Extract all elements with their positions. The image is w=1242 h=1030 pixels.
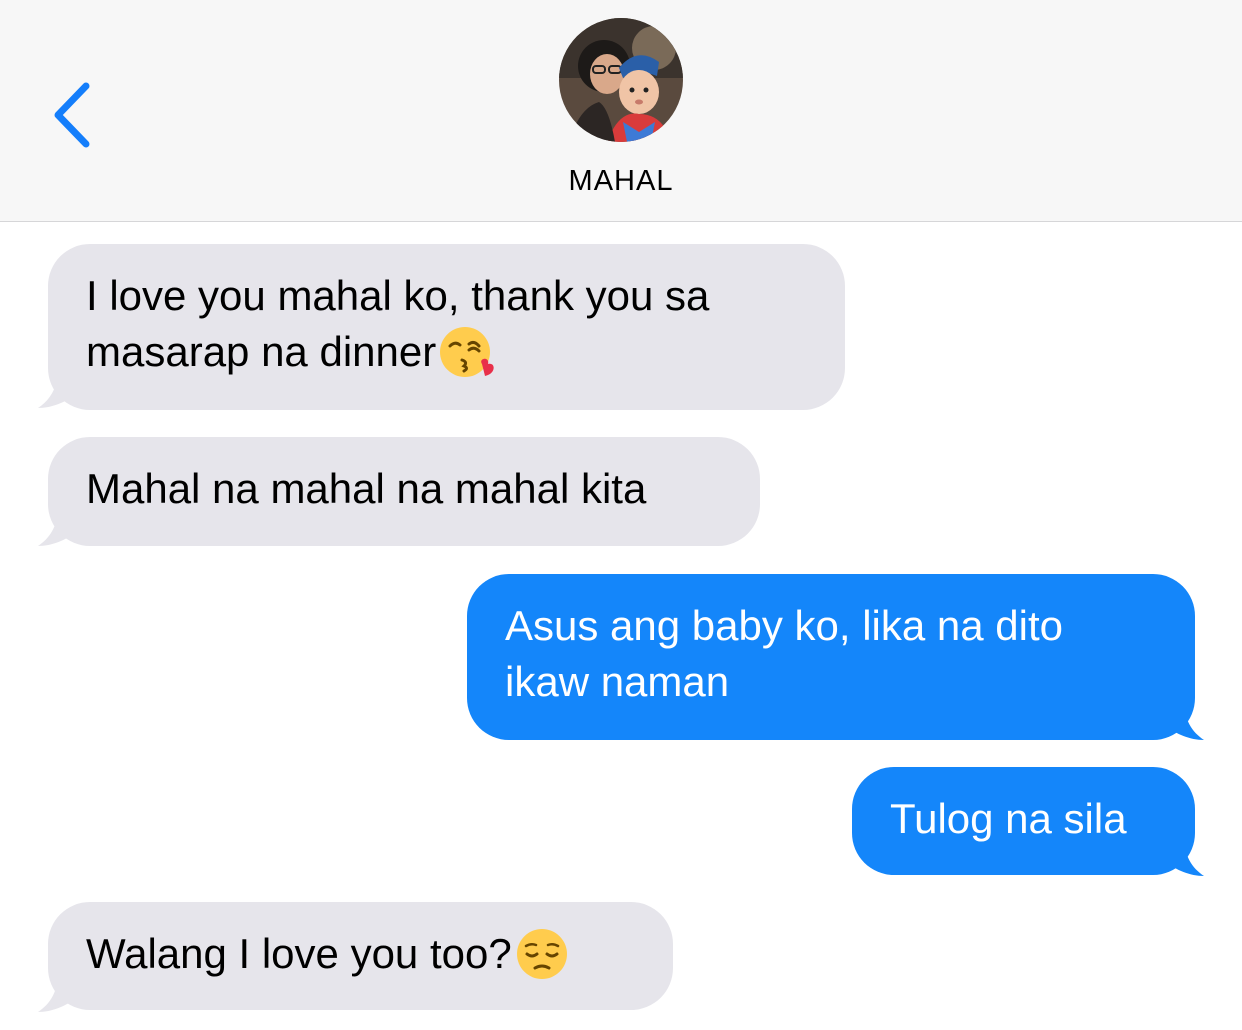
message-bubble-outgoing[interactable]: Asus ang baby ko, lika na dito ikaw nama…	[467, 574, 1195, 740]
message-text: I love you mahal ko, thank you sa masara…	[86, 272, 710, 375]
contact-name[interactable]: MAHAL	[0, 165, 1242, 198]
message-bubble-incoming[interactable]: Walang I love you too?	[48, 902, 673, 1010]
message-bubble-outgoing[interactable]: Tulog na sila	[852, 767, 1195, 875]
message-text: Tulog na sila	[890, 795, 1127, 842]
message-list[interactable]: I love you mahal ko, thank you sa masara…	[0, 222, 1242, 1030]
message-bubble-incoming[interactable]: I love you mahal ko, thank you sa masara…	[48, 244, 845, 410]
message-text: Mahal na mahal na mahal kita	[86, 465, 647, 512]
conversation-header: MAHAL	[0, 0, 1242, 222]
message-bubble-incoming[interactable]: Mahal na mahal na mahal kita	[48, 437, 760, 546]
back-chevron-icon[interactable]	[46, 80, 96, 150]
contact-avatar[interactable]	[559, 18, 683, 142]
message-text: Asus ang baby ko, lika na dito ikaw nama…	[505, 602, 1064, 705]
kissing-heart-icon	[440, 327, 494, 377]
message-text: Walang I love you too?	[86, 930, 512, 977]
pensive-face-icon	[516, 929, 567, 979]
